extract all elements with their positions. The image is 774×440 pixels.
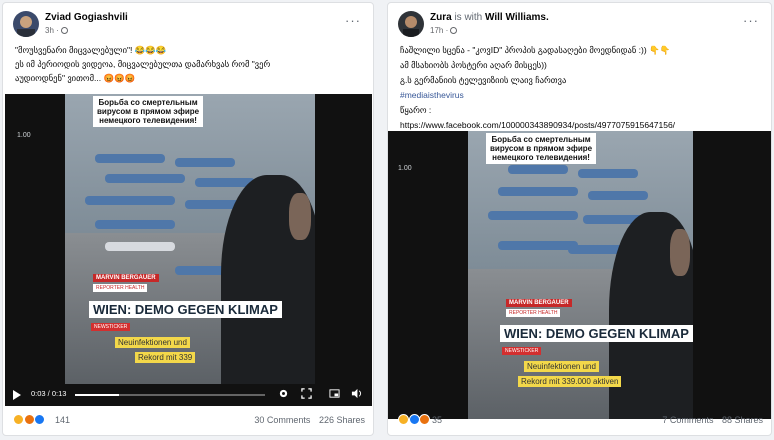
- avatar[interactable]: [398, 11, 424, 37]
- fullscreen-icon[interactable]: [301, 388, 312, 399]
- reactions[interactable]: [13, 414, 46, 426]
- like-reaction-icon: [34, 414, 46, 426]
- author-name-text[interactable]: Zura: [430, 12, 452, 23]
- with-text: is with: [451, 12, 486, 23]
- hashtag-link[interactable]: #mediaisthevirus: [400, 88, 759, 103]
- post-line: ამ მსახიობს პოსტერი აღარ მისცეს)): [400, 60, 547, 70]
- video-caption: Борьба со смертельным вирусом в прямом э…: [93, 96, 204, 127]
- shares-count[interactable]: 226 Shares: [319, 415, 365, 425]
- news-headline: WIEN: DEMO GEGEN KLIMAP: [500, 325, 693, 342]
- ticker-name: MARVIN BERGAUER: [506, 299, 572, 307]
- mini-player-icon[interactable]: [329, 388, 340, 399]
- caption-line: немецкого телевидения!: [99, 116, 197, 125]
- news-tag: NEWSTICKER: [502, 347, 542, 355]
- reaction-count[interactable]: 35: [432, 415, 442, 425]
- caption-line: Борьба со смертельным: [491, 135, 591, 144]
- avatar-photo-icon: [13, 11, 39, 37]
- video-player[interactable]: 1.00 Борьба со смертельным вирусом в пря…: [388, 131, 771, 419]
- ticker-role: REPORTER HEALTH: [506, 309, 561, 317]
- author-name[interactable]: Zviad Gogiashvili: [45, 12, 128, 23]
- ticker-name: MARVIN BERGAUER: [93, 274, 159, 282]
- avatar-photo-icon: [398, 11, 424, 37]
- post-header: Zviad Gogiashvili 3h · ···: [3, 3, 373, 43]
- author-name[interactable]: Zura is with Will Williams.: [430, 12, 549, 23]
- news-subline: Rekord mit 339.000 aktiven: [518, 376, 622, 387]
- post-line: ჩაშლილი სცენა - "კოვID" პროპის გადასაღებ…: [400, 45, 671, 55]
- ticker-role: REPORTER HEALTH: [93, 284, 148, 292]
- angry-reaction-icon: [23, 414, 35, 426]
- comments-count[interactable]: 7 Comments: [662, 415, 713, 425]
- side-label: 1.00: [17, 132, 31, 139]
- post-stats: 30 Comments 226 Shares: [248, 415, 365, 425]
- video-frame: [65, 94, 315, 384]
- post-line: "მოუსვენარი მიცვალებული"! 😂😂😂: [15, 45, 167, 55]
- haha-reaction-icon: [13, 414, 24, 426]
- post-line: ეს იმ პერიოდის ვიდეოა, მიცვალებულთა დამა…: [15, 59, 271, 69]
- news-subline: Neuinfektionen und: [115, 337, 190, 348]
- post-timestamp[interactable]: 3h ·: [45, 26, 59, 35]
- progress-bar[interactable]: [75, 394, 265, 396]
- like-reaction-icon: [408, 414, 420, 426]
- post-line: გ.ს გერმანიის ტელევიზიის ლაივ ჩართვა: [400, 75, 567, 85]
- reaction-count[interactable]: 141: [55, 415, 70, 425]
- news-tag: NEWSTICKER: [91, 323, 131, 331]
- tagged-name[interactable]: Will Williams.: [485, 12, 549, 23]
- post-line: აუდიოდნენ" ვითომ... 😡😡😡: [15, 73, 136, 83]
- volume-icon[interactable]: [351, 388, 362, 399]
- video-controls: 0:03 / 0:13: [5, 384, 372, 406]
- caption-line: Борьба со смертельным: [98, 98, 198, 107]
- more-options-icon[interactable]: ···: [743, 13, 759, 28]
- news-subline: Neuinfektionen und: [524, 361, 599, 372]
- post-meta: 17h ·: [430, 26, 458, 35]
- video-player[interactable]: 1.00 Борьба со смертельным вирусом в пря…: [5, 94, 372, 406]
- caption-line: вирусом в прямом эфире: [490, 144, 593, 153]
- post-text: "მოუსვენარი მიცვალებული"! 😂😂😂 ეს იმ პერი…: [3, 43, 373, 85]
- globe-icon: [61, 27, 69, 34]
- haha-reaction-icon: [398, 414, 409, 426]
- settings-gear-icon[interactable]: [278, 388, 289, 399]
- reactions[interactable]: [398, 414, 431, 426]
- facebook-post: Zura is with Will Williams. 17h · ··· ჩა…: [387, 2, 772, 436]
- more-options-icon[interactable]: ···: [345, 13, 361, 28]
- facebook-post: Zviad Gogiashvili 3h · ··· "მოუსვენარი მ…: [2, 2, 374, 436]
- globe-icon: [450, 27, 458, 34]
- post-stats: 7 Comments 88 Shares: [656, 415, 763, 425]
- shares-count[interactable]: 88 Shares: [722, 415, 763, 425]
- video-caption: Борьба со смертельным вирусом в прямом э…: [486, 133, 597, 164]
- video-time: 0:03 / 0:13: [31, 389, 67, 398]
- comments-count[interactable]: 30 Comments: [254, 415, 310, 425]
- post-meta: 3h ·: [45, 26, 69, 35]
- avatar[interactable]: [13, 11, 39, 37]
- news-subline: Rekord mit 339: [135, 352, 196, 363]
- source-label: წყარო :: [400, 105, 432, 115]
- angry-reaction-icon: [419, 414, 431, 426]
- news-headline: WIEN: DEMO GEGEN KLIMAP: [89, 301, 282, 318]
- caption-line: немецкого телевидения!: [492, 153, 590, 162]
- post-text: ჩაშლილი სცენა - "კოვID" პროპის გადასაღებ…: [388, 43, 771, 133]
- author-name-text[interactable]: Zviad Gogiashvili: [45, 12, 128, 23]
- post-timestamp[interactable]: 17h ·: [430, 26, 448, 35]
- post-header: Zura is with Will Williams. 17h · ···: [388, 3, 771, 43]
- play-icon[interactable]: [13, 390, 21, 400]
- side-label: 1.00: [398, 165, 412, 172]
- post-footer: 35 7 Comments 88 Shares: [388, 405, 771, 435]
- post-footer: 141 30 Comments 226 Shares: [3, 405, 373, 435]
- caption-line: вирусом в прямом эфире: [97, 107, 200, 116]
- progress-fill: [75, 394, 119, 396]
